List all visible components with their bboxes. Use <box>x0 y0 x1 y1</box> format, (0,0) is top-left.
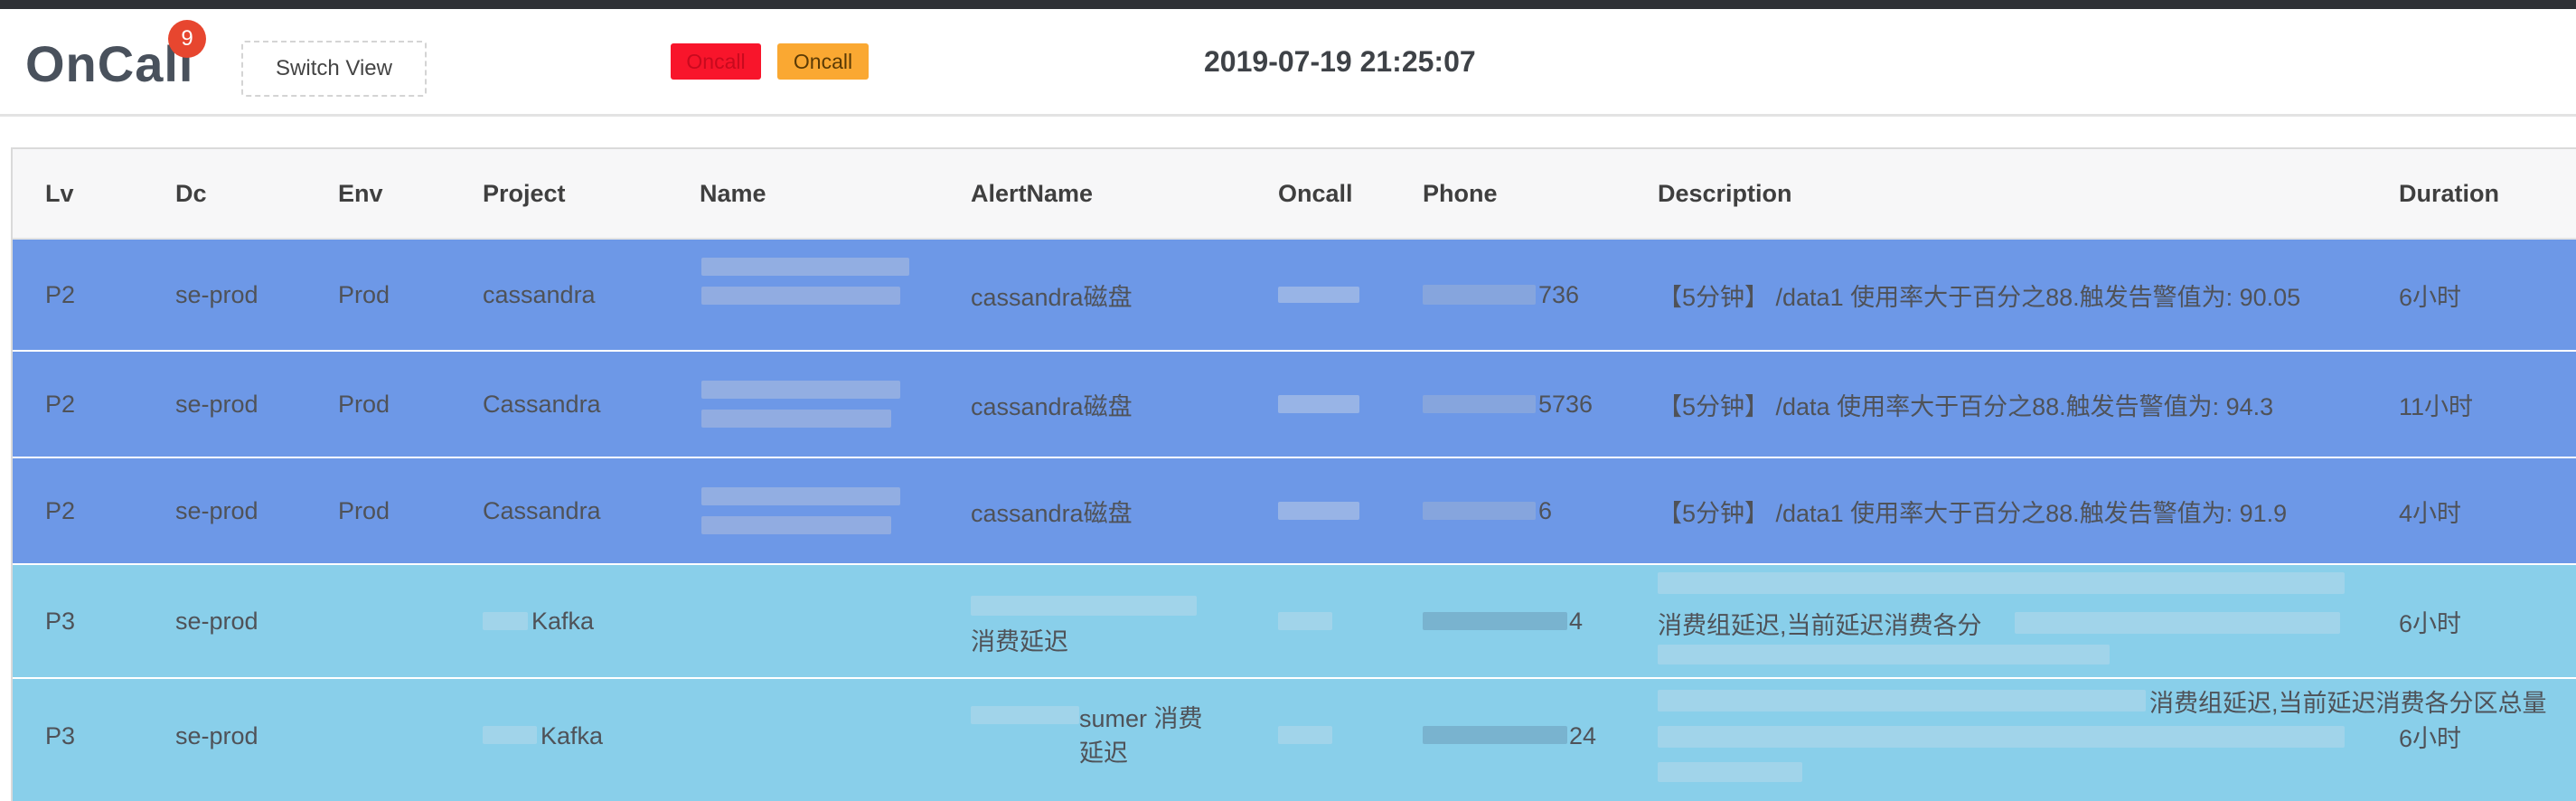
redacted-name <box>701 410 891 428</box>
cell-phone: 736 <box>1538 280 1580 308</box>
cell-env: Prod <box>338 390 390 418</box>
col-lv[interactable]: Lv <box>45 149 74 238</box>
table-row[interactable]: P2 se-prod Prod Cassandra cassandra磁盘 57… <box>13 352 2576 458</box>
oncall-filter-orange[interactable]: Oncall <box>777 43 869 80</box>
cell-dc: se-prod <box>175 496 259 524</box>
redacted-name <box>701 487 900 505</box>
redacted-name <box>701 258 909 276</box>
col-dc[interactable]: Dc <box>175 149 207 238</box>
redacted-oncall <box>1278 395 1359 413</box>
cell-description: 消费组延迟,当前延迟消费各分 <box>1658 611 1982 639</box>
cell-project: Kafka <box>541 721 604 749</box>
redacted-oncall <box>1278 726 1332 744</box>
top-strip <box>0 0 2576 9</box>
cell-phone: 5736 <box>1538 390 1594 418</box>
col-env[interactable]: Env <box>338 149 383 238</box>
switch-view-button[interactable]: Switch View <box>241 41 427 97</box>
cell-alertname: 消费延迟 <box>971 627 1068 655</box>
cell-phone: 24 <box>1569 721 1597 749</box>
cell-description: 【5分钟】 /data 使用率大于百分之88.触发告警值为: 94.3 <box>1658 392 2274 420</box>
cell-dc: se-prod <box>175 280 259 308</box>
col-project[interactable]: Project <box>483 149 566 238</box>
redacted-alert-prefix <box>971 706 1079 724</box>
cell-alertname: cassandra磁盘 <box>971 283 1133 311</box>
cell-phone: 4 <box>1569 607 1584 635</box>
table-row[interactable]: P3 se-prod Kafka sumer 消费延迟 24 消费组延迟,当前延… <box>13 679 2576 801</box>
table-row[interactable]: P2 se-prod Prod Cassandra cassandra磁盘 6 … <box>13 458 2576 565</box>
redacted-description <box>1658 572 2345 594</box>
col-alertname[interactable]: AlertName <box>971 149 1093 238</box>
cell-lv: P2 <box>45 496 76 524</box>
notification-badge[interactable]: 9 <box>168 20 206 58</box>
cell-project: Cassandra <box>483 390 601 418</box>
cell-lv: P3 <box>45 721 76 749</box>
redacted-phone <box>1423 726 1567 744</box>
redacted-project-prefix <box>483 726 537 744</box>
cell-description: 【5分钟】 /data1 使用率大于百分之88.触发告警值为: 90.05 <box>1658 283 2301 311</box>
cell-project: Cassandra <box>483 496 601 524</box>
cell-phone: 6 <box>1538 496 1553 524</box>
cell-project: cassandra <box>483 280 596 308</box>
alerts-table: Lv Dc Env Project Name AlertName Oncall … <box>11 147 2576 801</box>
cell-duration: 6小时 <box>2399 609 2462 637</box>
redacted-oncall <box>1278 287 1359 303</box>
redacted-phone <box>1423 285 1536 305</box>
cell-alertname: cassandra磁盘 <box>971 499 1133 527</box>
table-row[interactable]: P3 se-prod Kafka 消费延迟 4 消费组延迟,当前延迟消费各分 6… <box>13 565 2576 679</box>
table-row[interactable]: P2 se-prod Prod cassandra cassandra磁盘 73… <box>13 240 2576 352</box>
cell-project: Kafka <box>531 607 595 635</box>
cell-env: Prod <box>338 280 390 308</box>
cell-duration: 6小时 <box>2399 283 2462 311</box>
redacted-phone <box>1423 612 1567 630</box>
redacted-phone <box>1423 395 1536 413</box>
col-phone[interactable]: Phone <box>1423 149 1498 238</box>
cell-alertname: sumer 消费延迟 <box>1079 705 1203 767</box>
redacted-name <box>701 381 900 399</box>
cell-dc: se-prod <box>175 721 259 749</box>
cell-description: 【5分钟】 /data1 使用率大于百分之88.触发告警值为: 91.9 <box>1658 499 2288 527</box>
redacted-name <box>701 287 900 305</box>
redacted-project-prefix <box>483 612 528 630</box>
redacted-oncall <box>1278 502 1359 520</box>
cell-lv: P3 <box>45 607 76 635</box>
col-description[interactable]: Description <box>1658 149 1792 238</box>
redacted-description <box>1658 645 2110 664</box>
redacted-description <box>1658 726 2345 748</box>
cell-lv: P2 <box>45 280 76 308</box>
col-duration[interactable]: Duration <box>2399 149 2499 238</box>
cell-alertname: cassandra磁盘 <box>971 392 1133 420</box>
current-datetime: 2019-07-19 21:25:07 <box>1204 45 1476 78</box>
oncall-filter-red[interactable]: Oncall <box>671 43 761 80</box>
cell-env: Prod <box>338 496 390 524</box>
cell-lv: P2 <box>45 390 76 418</box>
header: OnCall 9 Switch View Oncall Oncall 2019-… <box>0 9 2576 117</box>
table-header: Lv Dc Env Project Name AlertName Oncall … <box>13 149 2576 240</box>
cell-duration: 11小时 <box>2399 392 2474 420</box>
cell-dc: se-prod <box>175 607 259 635</box>
redacted-description <box>1658 690 2146 711</box>
redacted-description <box>1658 762 1802 782</box>
col-oncall[interactable]: Oncall <box>1278 149 1353 238</box>
redacted-phone <box>1423 502 1536 520</box>
cell-dc: se-prod <box>175 390 259 418</box>
cell-duration: 4小时 <box>2399 499 2462 527</box>
redacted-oncall <box>1278 612 1332 630</box>
cell-duration: 6小时 <box>2399 724 2462 752</box>
redacted-name <box>701 516 891 534</box>
col-name[interactable]: Name <box>700 149 766 238</box>
redacted-description <box>2015 612 2340 634</box>
cell-description: 消费组延迟,当前延迟消费各分区总量 <box>2149 689 2547 717</box>
redacted-alert-prefix <box>971 596 1197 616</box>
